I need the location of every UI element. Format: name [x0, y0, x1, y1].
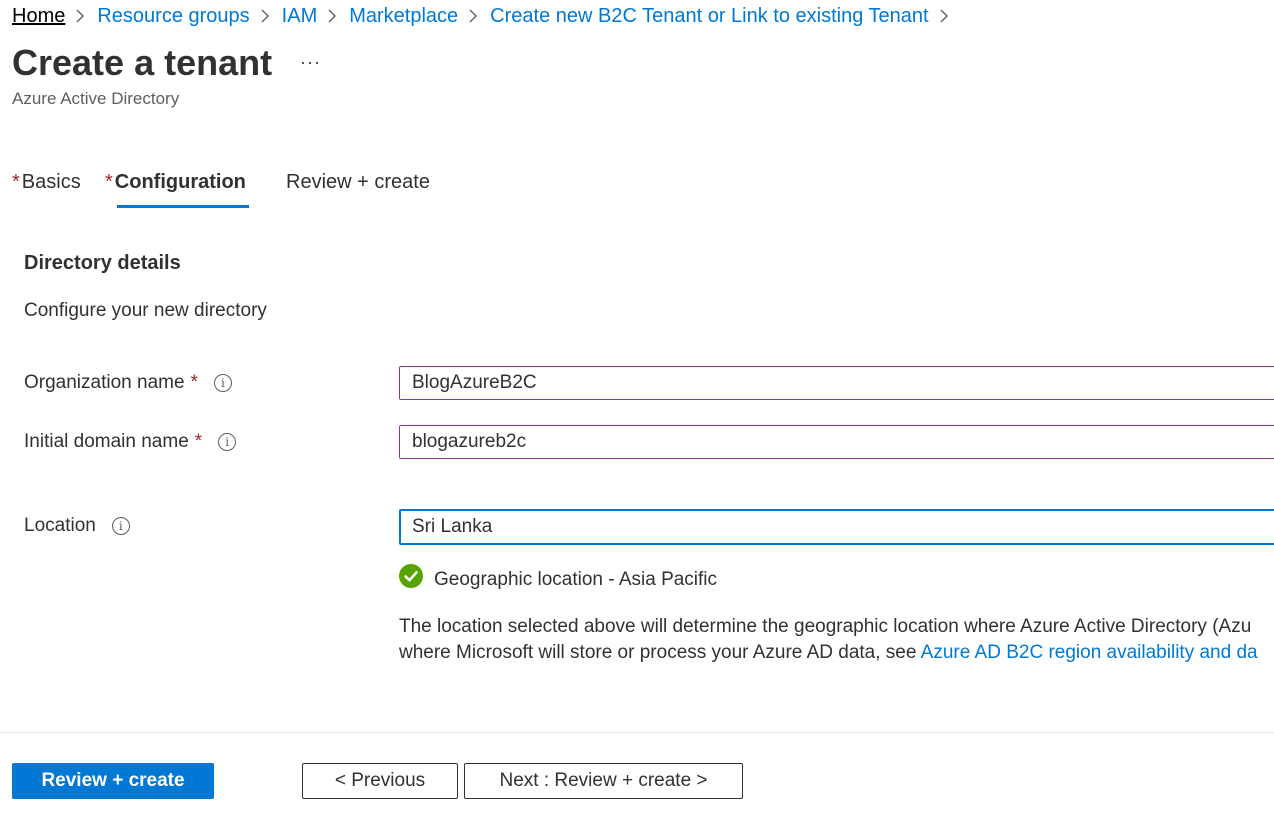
- breadcrumb-iam-link[interactable]: IAM: [282, 5, 318, 28]
- org-name-input[interactable]: [399, 366, 1274, 400]
- section-title: Directory details: [24, 252, 181, 274]
- chevron-right-icon: [75, 8, 85, 24]
- region-availability-link[interactable]: Azure AD B2C region availability and da: [921, 642, 1258, 663]
- breadcrumb-home-link[interactable]: Home: [12, 5, 65, 28]
- info-icon[interactable]: i: [111, 517, 130, 535]
- section-description: Configure your new directory: [24, 300, 267, 321]
- required-marker: *: [105, 171, 113, 193]
- review-create-button[interactable]: Review + create: [12, 763, 214, 799]
- info-icon[interactable]: i: [213, 374, 232, 392]
- field-label-text: Organization name: [24, 372, 185, 393]
- field-label-text: Location: [24, 515, 96, 536]
- field-label-text: Initial domain name: [24, 431, 189, 452]
- breadcrumb-resource-groups-link[interactable]: Resource groups: [97, 5, 249, 28]
- tab-configuration[interactable]: * Configuration: [105, 171, 246, 194]
- location-note-line2: where Microsoft will store or process yo…: [399, 642, 1258, 664]
- tab-label: Review + create: [286, 171, 430, 193]
- chevron-right-icon: [327, 8, 337, 24]
- footer-divider: [0, 732, 1274, 733]
- breadcrumb-create-b2c-link[interactable]: Create new B2C Tenant or Link to existin…: [490, 5, 928, 28]
- org-name-label: Organization name * i: [24, 372, 232, 394]
- chevron-right-icon: [468, 8, 478, 24]
- more-icon[interactable]: ···: [300, 52, 321, 73]
- domain-name-label: Initial domain name * i: [24, 431, 237, 453]
- chevron-right-icon: [939, 8, 949, 24]
- domain-name-input[interactable]: [399, 425, 1274, 459]
- breadcrumb-marketplace-link[interactable]: Marketplace: [349, 5, 458, 28]
- chevron-right-icon: [260, 8, 270, 24]
- tab-review-create[interactable]: Review + create: [286, 171, 430, 194]
- location-note-text: where Microsoft will store or process yo…: [399, 642, 921, 663]
- required-marker: *: [194, 431, 203, 452]
- previous-button[interactable]: < Previous: [302, 763, 458, 799]
- page-title: Create a tenant: [12, 42, 273, 83]
- location-note-line1: The location selected above will determi…: [399, 616, 1252, 637]
- info-icon[interactable]: i: [218, 433, 237, 451]
- next-button[interactable]: Next : Review + create >: [464, 763, 743, 799]
- breadcrumb: Home Resource groups IAM Marketplace Cre…: [12, 3, 961, 29]
- tab-label: Configuration: [114, 171, 246, 193]
- validation-message: Geographic location - Asia Pacific: [434, 569, 718, 590]
- checkmark-circle-icon: [399, 564, 423, 588]
- location-select[interactable]: [399, 509, 1274, 545]
- required-marker: *: [190, 372, 198, 393]
- tab-basics[interactable]: * Basics: [12, 171, 81, 194]
- page-subtitle: Azure Active Directory: [12, 89, 180, 108]
- required-marker: *: [12, 171, 20, 193]
- location-label: Location i: [24, 515, 130, 537]
- tab-label: Basics: [21, 171, 81, 193]
- active-tab-indicator: [117, 205, 249, 208]
